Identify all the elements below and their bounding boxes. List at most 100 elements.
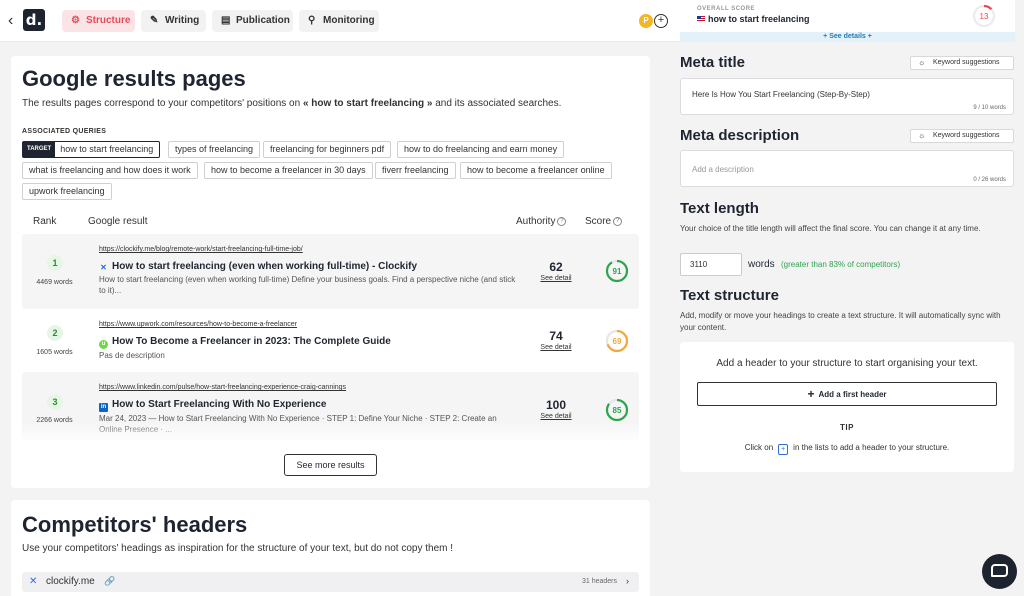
query-chip[interactable]: how to become a freelancer online <box>460 162 612 179</box>
target-tag: TARGET <box>23 142 56 157</box>
keyword-suggestions-button[interactable]: ☼ Keyword suggestions <box>910 56 1014 70</box>
result-url[interactable]: https://clockify.me/blog/remote-work/sta… <box>99 246 303 253</box>
result-title[interactable]: in How to Start Freelancing With No Exper… <box>99 399 326 412</box>
text-length-comparison: (greater than 83% of competitors) <box>781 260 901 269</box>
add-icon[interactable]: + <box>654 14 668 28</box>
score-value: 85 <box>613 406 622 415</box>
competitor-row[interactable]: ✕ clockify.me 🔗 31 headers › <box>22 572 639 592</box>
query-chip-target[interactable]: TARGET how to start freelancing <box>22 141 161 158</box>
column-score: Score? <box>585 216 623 227</box>
clockify-icon: ✕ <box>100 263 107 272</box>
list-fade <box>22 422 639 440</box>
help-icon[interactable]: ? <box>613 216 623 226</box>
authority-value: 100 <box>545 398 567 412</box>
user-avatar[interactable]: P <box>639 14 653 28</box>
query-chip[interactable]: how to become a freelancer in 30 days <box>204 162 373 179</box>
query-chip[interactable]: fiverr freelancing <box>375 162 456 179</box>
meta-description-heading: Meta description <box>680 127 800 144</box>
associated-queries-label: ASSOCIATED QUERIES <box>22 128 107 135</box>
tab-label: Writing <box>165 15 200 26</box>
score-query: how to start freelancing <box>708 14 810 24</box>
top-bar: ‹ d. ⚙ Structure ✎ Writing ▤ Publication… <box>0 0 680 42</box>
column-result: Google result <box>88 216 148 227</box>
overall-score-value: 13 <box>980 12 989 21</box>
structure-empty-message: Add a header to your structure to start … <box>716 358 978 369</box>
see-detail-link[interactable]: See detail <box>522 344 590 351</box>
tab-label: Structure <box>86 15 131 26</box>
query-chip[interactable]: freelancing for beginners pdf <box>263 141 392 158</box>
competitors-headers-card: Competitors' headers Use your competitor… <box>11 500 650 596</box>
score-value: 69 <box>613 337 622 346</box>
chevron-right-icon[interactable]: › <box>626 576 629 586</box>
see-more-results-button[interactable]: See more results <box>284 454 377 476</box>
overall-score-label: OVERALL SCORE <box>697 6 756 12</box>
query-chip[interactable]: how to do freelancing and earn money <box>397 141 565 158</box>
query-chip[interactable]: what is freelancing and how does it work <box>22 162 198 179</box>
score-value: 91 <box>613 267 622 276</box>
tab-structure[interactable]: ⚙ Structure <box>62 10 135 32</box>
meta-title-count: 9 / 10 words <box>973 105 1006 111</box>
text-structure-description: Add, modify or move your headings to cre… <box>680 311 1001 332</box>
see-detail-link[interactable]: See detail <box>522 275 590 282</box>
overall-score-gauge: 13 <box>972 4 996 28</box>
text-structure-heading: Text structure <box>680 287 779 304</box>
authority-value: 74 <box>549 329 563 343</box>
google-results-card: Google results pages The results pages c… <box>11 56 650 488</box>
meta-title-value: Here Is How You Start Freelancing (Step-… <box>692 90 870 99</box>
document-icon: ▤ <box>221 15 231 26</box>
linkedin-icon: in <box>99 403 108 412</box>
result-row[interactable]: 1 4469 words https://clockify.me/blog/re… <box>22 234 639 309</box>
result-row[interactable]: 2 1605 words https://www.upwork.com/reso… <box>22 309 639 372</box>
text-length-input[interactable]: 3110 <box>680 253 742 276</box>
upwork-icon: u <box>99 340 108 349</box>
chevron-left-icon[interactable]: ‹ <box>8 12 13 30</box>
tip-text: Click on + in the lists to add a header to… <box>744 443 950 455</box>
pen-icon: ✎ <box>150 15 159 26</box>
score-gauge: 91 <box>605 259 629 283</box>
result-description: How to start freelancing (even when work… <box>99 275 516 295</box>
magnifier-icon: ⚲ <box>308 15 316 26</box>
competitor-name: clockify.me <box>46 576 95 587</box>
score-gauge: 69 <box>605 329 629 353</box>
meta-title-field[interactable]: Here Is How You Start Freelancing (Step-… <box>680 78 1014 115</box>
results-title: Google results pages <box>22 66 246 91</box>
word-count: 4469 words <box>36 279 73 286</box>
rank-badge: 2 <box>47 325 63 341</box>
tab-label: Monitoring <box>323 15 375 26</box>
meta-description-count: 0 / 26 words <box>973 177 1006 183</box>
meta-description-field[interactable]: Add a description 0 / 26 words <box>680 150 1014 187</box>
chat-button[interactable] <box>982 554 1017 589</box>
rank-badge: 1 <box>47 255 63 271</box>
result-title[interactable]: u How To Become a Freelancer in 2023: The… <box>99 336 391 349</box>
results-subtitle-query: « how to start freelancing » <box>302 98 433 109</box>
clockify-icon: ✕ <box>29 576 38 587</box>
lightbulb-icon: ☼ <box>918 131 926 140</box>
gear-icon: ⚙ <box>71 15 80 26</box>
help-icon[interactable]: ? <box>557 216 567 226</box>
tab-writing[interactable]: ✎ Writing <box>141 10 206 32</box>
link-icon[interactable]: 🔗 <box>104 576 115 587</box>
add-header-icon: + <box>778 444 789 455</box>
meta-description-placeholder: Add a description <box>692 165 754 174</box>
result-title[interactable]: ✕ How to start freelancing (even when wor… <box>99 261 417 272</box>
score-gauge: 85 <box>605 398 629 422</box>
text-length-unit: words <box>748 259 775 270</box>
column-rank: Rank <box>33 216 57 227</box>
app-logo[interactable]: d. <box>23 9 45 31</box>
add-first-header-button[interactable]: + Add a first header <box>697 382 997 406</box>
tab-publication[interactable]: ▤ Publication <box>212 10 293 32</box>
meta-title-heading: Meta title <box>680 54 746 71</box>
query-chip[interactable]: upwork freelancing <box>22 183 112 200</box>
text-length-description: Your choice of the title length will aff… <box>680 224 981 233</box>
text-length-heading: Text length <box>680 200 759 217</box>
chat-bubble-icon <box>991 564 1008 577</box>
header-count: 31 headers <box>581 578 617 585</box>
keyword-suggestions-button[interactable]: ☼ Keyword suggestions <box>910 129 1014 143</box>
tab-monitoring[interactable]: ⚲ Monitoring <box>299 10 379 32</box>
result-url[interactable]: https://www.upwork.com/resources/how-to-… <box>99 321 297 328</box>
see-details-link[interactable]: + See details + <box>680 32 1015 42</box>
query-chip[interactable]: types of freelancing <box>168 141 261 158</box>
tip-label: TIP <box>840 423 854 432</box>
see-detail-link[interactable]: See detail <box>522 413 590 420</box>
result-url[interactable]: https://www.linkedin.com/pulse/how-start… <box>99 384 346 391</box>
